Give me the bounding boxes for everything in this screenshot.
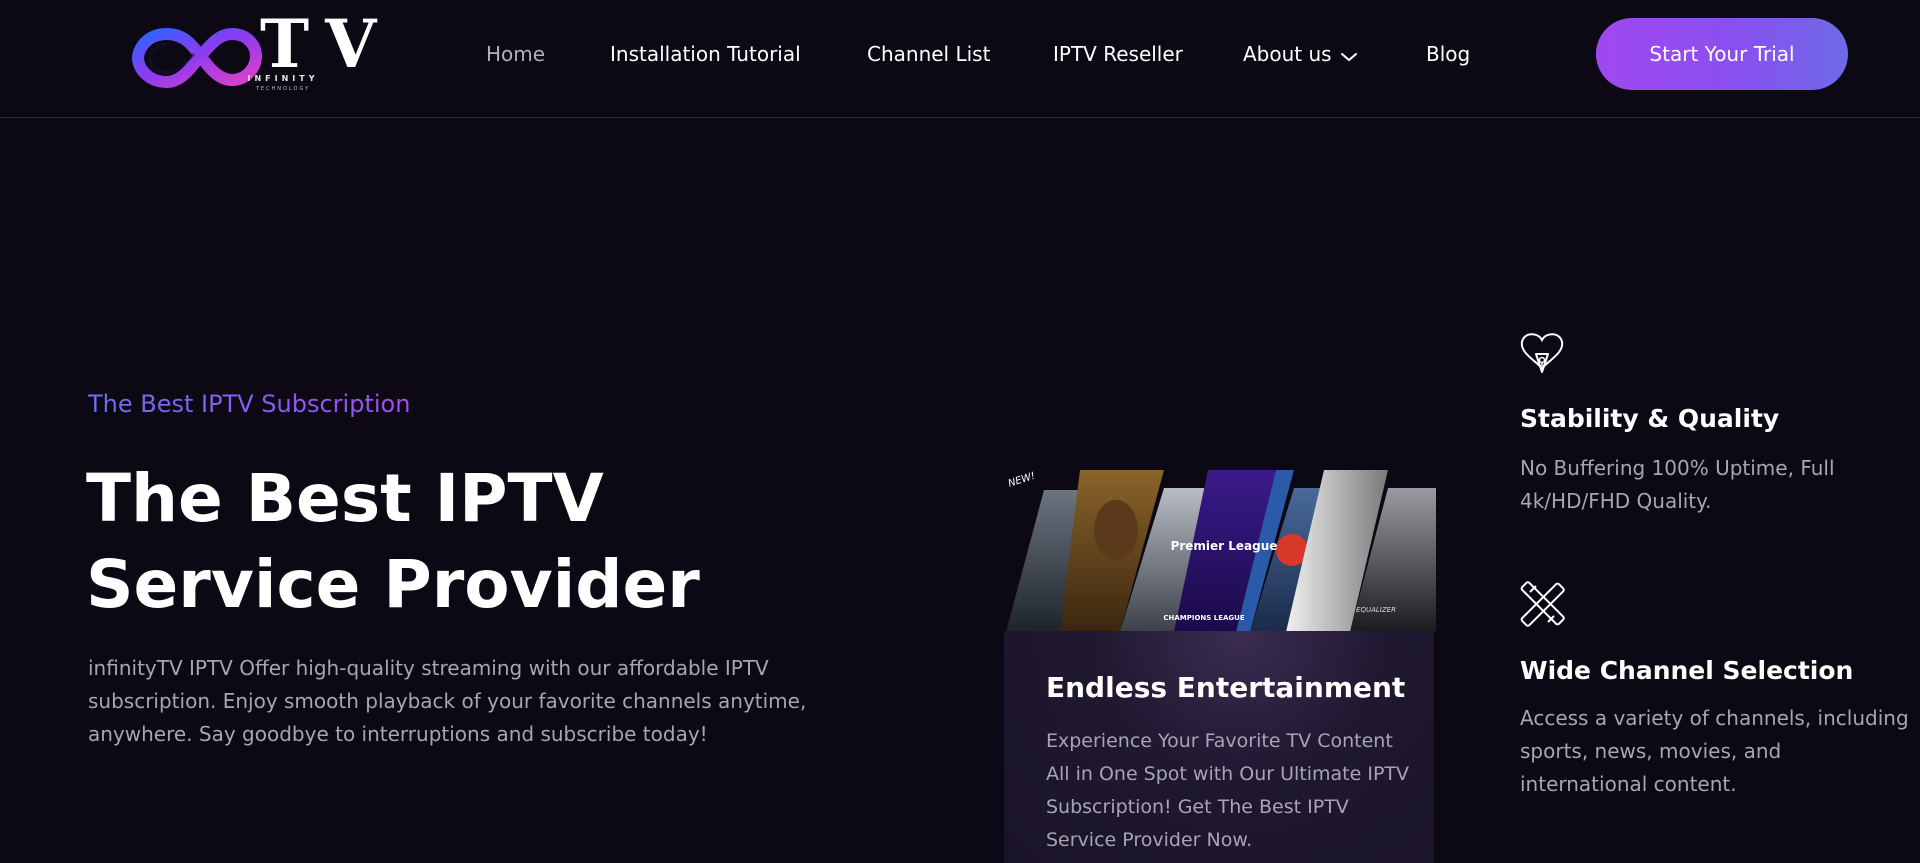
feature-title-stability: Stability & Quality — [1520, 404, 1780, 433]
poster-premier-league-label: Premier League — [1171, 539, 1278, 553]
site-header: TV INFINITY TECHNOLOGY Home Installation… — [0, 0, 1920, 118]
nav-about-us[interactable]: About us — [1243, 40, 1358, 70]
hero-title: The Best IPTV Service Provider — [86, 456, 806, 628]
nav-installation-tutorial[interactable]: Installation Tutorial — [610, 40, 801, 68]
nav-iptv-reseller[interactable]: IPTV Reseller — [1053, 40, 1183, 68]
nav-blog[interactable]: Blog — [1426, 40, 1470, 68]
logo-subtitle: INFINITY — [247, 74, 319, 83]
start-trial-button[interactable]: Start Your Trial — [1596, 18, 1848, 90]
hero-description: infinityTV IPTV Offer high-quality strea… — [88, 656, 807, 746]
infinity-icon — [132, 28, 262, 88]
nav-home[interactable]: Home — [486, 40, 545, 68]
nav-channel-list[interactable]: Channel List — [867, 40, 990, 68]
hero-title-line2: Service Provider — [86, 546, 700, 623]
channel-posters-image: NEW! Premier League CHAMPIONS LEAGUE EQU… — [1004, 470, 1436, 632]
poster-champions-league-label: CHAMPIONS LEAGUE — [1163, 614, 1244, 622]
card-text: Experience Your Favorite TV Content All … — [1046, 730, 1410, 851]
feature-title-channels: Wide Channel Selection — [1520, 656, 1854, 685]
logo-tagline: TECHNOLOGY — [255, 86, 311, 92]
poster-badge-new: NEW! — [1007, 471, 1037, 490]
site-logo[interactable]: TV INFINITY TECHNOLOGY — [132, 5, 392, 96]
feature-text-channels: Access a variety of channels, including … — [1520, 706, 1909, 796]
feature-text-stability: No Buffering 100% Uptime, Full 4k/HD/FHD… — [1520, 456, 1835, 513]
heart-pen-icon — [1518, 328, 1566, 382]
logo-wordmark: TV — [260, 5, 393, 83]
hero-title-line1: The Best IPTV — [86, 460, 604, 537]
poster-equalizer-label: EQUALIZER — [1356, 606, 1396, 614]
hero-eyebrow: The Best IPTV Subscription — [88, 390, 411, 418]
chevron-down-icon — [1340, 42, 1358, 70]
entertainment-card: Endless Entertainment Experience Your Fa… — [1004, 631, 1434, 863]
card-title: Endless Entertainment — [1046, 671, 1406, 704]
crossed-tools-icon — [1518, 580, 1566, 634]
nav-about-us-label: About us — [1243, 42, 1332, 66]
